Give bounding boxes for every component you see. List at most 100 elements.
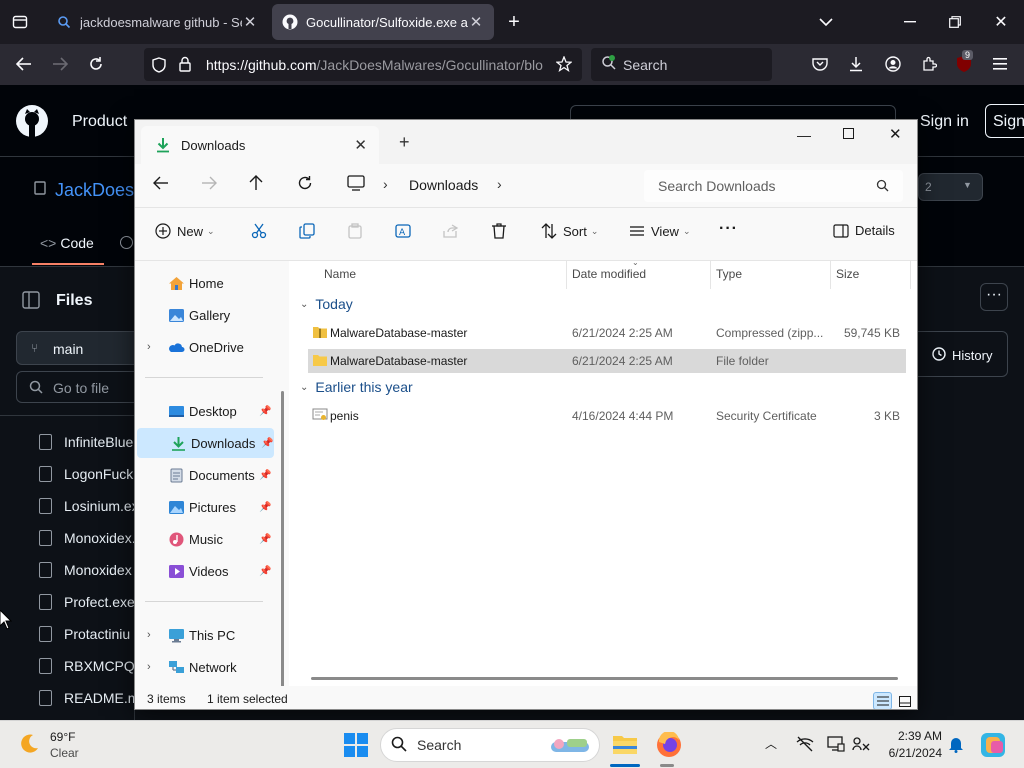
star-count-button[interactable]: 2 ▼ [918, 173, 983, 201]
browser-tab-github[interactable]: Gocullinator/Sulfoxide.exe at m ✕ [272, 4, 494, 40]
forward-button[interactable] [201, 176, 217, 195]
share-button[interactable] [443, 223, 465, 239]
close-tab-icon[interactable]: ✕ [468, 13, 484, 31]
branch-selector[interactable]: ⑂ main [16, 331, 146, 365]
up-button[interactable] [249, 175, 263, 196]
more-options-button[interactable]: ··· [980, 283, 1008, 311]
nav-product[interactable]: Product [72, 113, 127, 131]
minimize-button[interactable]: — [797, 127, 811, 143]
column-divider[interactable] [830, 261, 831, 289]
download-icon[interactable] [846, 54, 866, 74]
windows-start-icon[interactable] [344, 733, 368, 760]
sidebar-toggle-icon[interactable] [22, 291, 40, 312]
column-divider[interactable] [910, 261, 911, 289]
this-pc-icon[interactable] [347, 175, 365, 196]
reload-button[interactable] [86, 54, 106, 74]
pin-icon[interactable]: 📌 [259, 406, 271, 417]
close-tab-icon[interactable]: ✕ [354, 136, 367, 154]
file-explorer-taskbar-icon[interactable] [612, 732, 638, 759]
close-window-button[interactable]: ✕ [889, 125, 902, 143]
breadcrumb[interactable]: Downloads [409, 177, 478, 193]
browser-search-input[interactable]: Search [591, 48, 772, 81]
file-row[interactable]: penis 4/16/2024 4:44 PM Security Certifi… [308, 404, 906, 428]
expand-chevron-icon[interactable]: › [147, 661, 151, 673]
nav-item-this-pc[interactable]: › This PC [135, 620, 273, 650]
column-divider[interactable] [566, 261, 567, 289]
view-button[interactable]: View ⌄ [629, 223, 691, 239]
nav-item-gallery[interactable]: Gallery [135, 300, 273, 330]
details-pane-button[interactable]: Details [833, 223, 895, 238]
copy-button[interactable] [299, 223, 321, 239]
close-window-button[interactable]: ✕ [991, 12, 1011, 32]
breadcrumb-chevron-icon[interactable]: › [497, 176, 502, 192]
new-button[interactable]: New ⌄ [155, 223, 215, 239]
shield-icon[interactable] [152, 57, 166, 76]
sign-in-link[interactable]: Sign in [920, 113, 969, 131]
column-header-size[interactable]: Size [836, 267, 859, 281]
clock-date[interactable]: 6/21/2024 [884, 746, 942, 760]
forward-button[interactable] [50, 54, 70, 74]
tiles-view-button[interactable] [895, 692, 914, 709]
explorer-search-input[interactable]: Search Downloads [644, 170, 903, 202]
breadcrumb-chevron-icon[interactable]: › [383, 176, 388, 192]
nav-scrollbar[interactable] [281, 391, 284, 709]
column-header-name[interactable]: Name [324, 267, 356, 281]
nav-item-home[interactable]: Home [135, 268, 273, 298]
close-tab-icon[interactable]: ✕ [242, 13, 258, 31]
pin-icon[interactable]: 📌 [259, 566, 271, 577]
horizontal-scrollbar[interactable] [311, 677, 898, 680]
details-view-button[interactable] [873, 692, 892, 709]
nav-item-desktop[interactable]: Desktop 📌 [135, 396, 273, 426]
new-tab-button[interactable]: + [399, 132, 410, 153]
nav-item-onedrive[interactable]: › OneDrive [135, 332, 273, 362]
sort-button[interactable]: Sort ⌄ [541, 223, 598, 239]
maximize-button[interactable] [843, 128, 854, 139]
pocket-icon[interactable] [810, 54, 830, 74]
explorer-tab-downloads[interactable]: Downloads ✕ [141, 126, 379, 164]
issues-icon[interactable] [120, 236, 133, 249]
chevron-up-icon[interactable]: ︿ [765, 735, 777, 752]
back-button[interactable] [153, 176, 169, 195]
expand-chevron-icon[interactable]: › [147, 341, 151, 353]
back-button[interactable] [14, 54, 34, 74]
ublock-icon[interactable]: 9 [954, 50, 974, 74]
star-icon[interactable] [555, 55, 573, 75]
group-header-today[interactable]: ⌄ Today [300, 296, 353, 312]
tab-list-icon[interactable] [10, 12, 30, 32]
minimize-button[interactable] [900, 12, 920, 32]
nav-item-music[interactable]: Music 📌 [135, 524, 273, 554]
group-header-earlier-this-year[interactable]: ⌄ Earlier this year [300, 379, 413, 395]
nav-item-documents[interactable]: Documents 📌 [135, 460, 273, 490]
github-logo-icon[interactable] [16, 105, 48, 140]
browser-tab-search[interactable]: jackdoesmalware github - Sear ✕ [46, 4, 268, 40]
pin-icon[interactable]: 📌 [261, 438, 273, 449]
delete-button[interactable] [491, 223, 513, 239]
maximize-button[interactable] [945, 12, 965, 32]
column-header-date-modified[interactable]: Date modified [572, 267, 646, 281]
notification-bell-icon[interactable] [948, 735, 964, 756]
column-header-type[interactable]: Type [716, 267, 742, 281]
weather-widget[interactable]: 69°F Clear [16, 729, 106, 761]
lock-icon[interactable] [179, 56, 191, 75]
accessibility-icon[interactable] [852, 736, 870, 755]
nav-item-network[interactable]: › Network [135, 652, 273, 682]
more-options-button[interactable]: ··· [719, 220, 738, 238]
collapse-chevron-icon[interactable]: ⌄ [300, 299, 308, 310]
cut-button[interactable] [251, 223, 273, 239]
url-bar[interactable]: https://github.com/JackDoesMalwares/Gocu… [144, 48, 582, 81]
network-disconnected-icon[interactable] [796, 736, 814, 755]
repo-owner-link[interactable]: JackDoes [55, 180, 134, 201]
file-row[interactable]: MalwareDatabase-master 6/21/2024 2:25 AM… [308, 349, 906, 373]
pin-icon[interactable]: 📌 [259, 502, 271, 513]
account-icon[interactable] [883, 54, 903, 74]
refresh-button[interactable] [297, 175, 313, 196]
rename-button[interactable]: A [395, 223, 417, 239]
nav-item-downloads[interactable]: Downloads 📌 [137, 428, 274, 458]
history-button[interactable]: History [918, 331, 1008, 377]
clock-time[interactable]: 2:39 AM [884, 729, 942, 743]
nav-item-videos[interactable]: Videos 📌 [135, 556, 273, 586]
pin-icon[interactable]: 📌 [259, 470, 271, 481]
paste-button[interactable] [347, 223, 369, 239]
url-text[interactable]: https://github.com/JackDoesMalwares/Gocu… [206, 57, 546, 73]
copilot-icon[interactable] [980, 732, 1006, 761]
